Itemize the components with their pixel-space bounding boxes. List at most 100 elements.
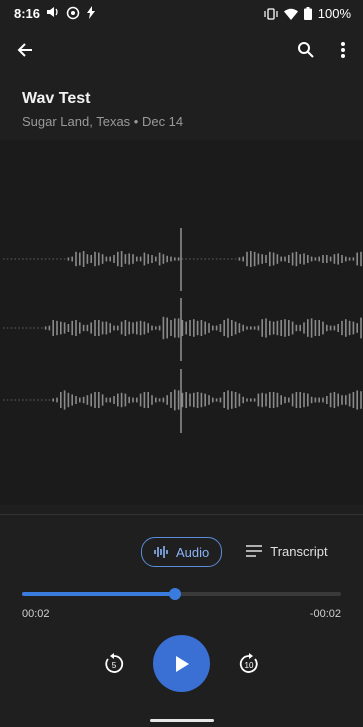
waveform-bar [250,251,252,267]
tab-audio[interactable]: Audio [141,537,223,567]
waveform-bar [82,396,85,404]
more-options-button[interactable] [329,36,357,64]
waveform-bar [200,258,203,260]
waveform-bar [90,322,92,334]
waveform-bar [280,395,282,405]
waveform-bar [288,320,290,336]
waveform-bar [6,399,9,401]
flash-icon [87,6,95,19]
waveform-bar [41,327,43,329]
play-button[interactable] [153,635,210,692]
waveform-bar [352,257,355,261]
progress-fill [22,592,176,596]
waveform-bar [143,321,146,335]
waveform-bar [29,399,32,401]
waveform-bar [314,320,317,336]
waveform-bar [288,397,290,403]
waveform-bar [37,327,39,329]
forward-10-button[interactable]: 10 [235,650,263,678]
waveform-bar [299,324,301,332]
waveform-bar [219,324,222,332]
waveform-bar [22,399,24,401]
waveform-area[interactable] [0,140,363,505]
hotspot-icon [66,6,80,20]
waveform-bar [10,258,13,260]
waveform-bar [158,325,161,331]
waveform-bar [196,320,199,336]
waveform-bar [101,254,104,264]
waveform-bar [41,399,43,401]
rewind-5-button[interactable]: 5 [100,650,128,678]
waveform-bar [295,251,298,267]
waveform-bar [48,258,51,260]
waveform-bar [261,319,263,337]
waveform-bar [310,396,313,404]
waveform-bar [109,323,111,333]
waveform-bar [86,254,89,264]
waveform-bar [18,258,20,260]
search-button[interactable] [292,36,320,64]
waveform-bar [360,317,362,339]
waveform-bar [310,318,313,338]
recording-subtitle: Sugar Land, Texas • Dec 14 [22,114,184,129]
waveform-bar [128,321,130,335]
waveform-bar [75,251,77,267]
tab-transcript-label: Transcript [270,543,328,559]
waveform-bar [174,389,176,411]
progress-thumb[interactable] [169,588,182,600]
waveform-bar [242,396,244,404]
waveform-bar [326,396,328,404]
waveform-bar [44,258,47,260]
waveform-bar [280,256,282,262]
waveform-bar [128,253,130,265]
waveform-bar [360,391,362,409]
waveform-bar [71,256,73,262]
waveform-bar [105,397,108,403]
status-bar: 8:16 100% [0,0,363,26]
waveform-bar [345,256,347,262]
waveform-bar [113,255,115,263]
waveform-bar [117,393,119,407]
waveform-bar [200,320,203,336]
waveform-bar [307,255,309,263]
waveform-bar [185,321,187,335]
waveform-bar [170,320,172,336]
waveform-bar [48,399,51,401]
view-tabs: Audio Transcript [141,537,340,567]
waveform-bar [265,318,267,338]
waveform-bar [174,318,176,338]
battery-percentage: 100% [317,6,351,21]
waveform-bar [63,390,66,410]
waveform-bar [234,392,237,408]
waveform-bar [52,320,54,336]
transcript-lines-icon [246,545,263,557]
waveform-bar [147,323,149,333]
waveform-bar [105,256,108,262]
waveform-bar [253,398,256,402]
waveform-bar [352,392,355,408]
svg-text:5: 5 [112,661,117,670]
progress-track[interactable] [22,588,341,600]
waveform-bar [139,393,142,407]
tab-transcript[interactable]: Transcript [234,537,339,565]
waveform-bar [105,321,108,335]
waveform-bar [158,398,161,402]
waveform-bar [189,320,191,336]
waveform-bar [227,258,229,260]
waveform-bar [166,255,168,263]
waveform-bar [269,251,271,267]
arrow-back-icon [17,43,32,57]
waveform-bar [136,397,138,403]
search-icon [298,42,314,58]
waveform-bar [337,324,339,332]
waveform-bar [79,397,81,403]
waveform-bar [295,392,298,408]
waveform-bar [33,327,35,329]
waveform-bar [257,253,260,265]
waveform-bar [253,326,256,330]
waveform-bar [33,399,35,401]
back-button[interactable] [11,36,39,64]
waveform-bar [48,325,51,331]
waveform-bar [200,392,203,408]
remaining-time: -00:02 [309,608,341,620]
